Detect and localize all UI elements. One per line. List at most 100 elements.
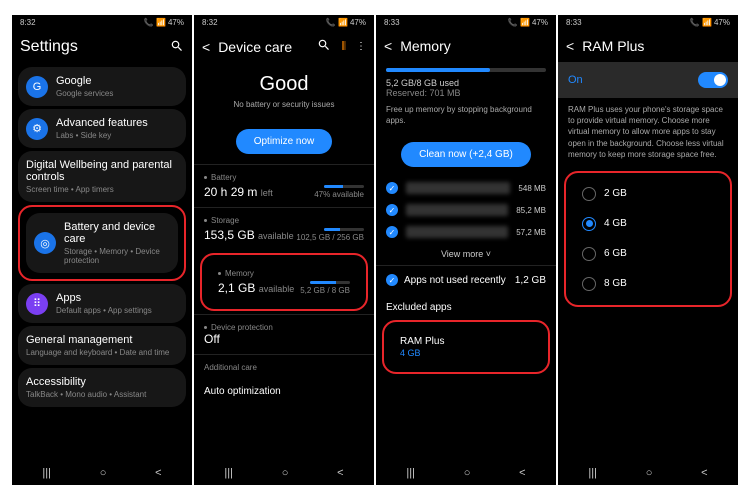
back-button[interactable]: < xyxy=(155,467,161,479)
checkbox-icon[interactable]: ✓ xyxy=(386,182,398,194)
recents-button[interactable]: ||| xyxy=(588,467,597,479)
nav-bar: ||| ○ < xyxy=(12,461,192,485)
description: Free up memory by stopping background ap… xyxy=(376,98,556,132)
additional-care: Additional care xyxy=(194,354,374,380)
settings-item-google[interactable]: G Google Google services xyxy=(18,67,186,106)
protection-metric[interactable]: Device protection Off xyxy=(194,314,374,354)
chart-icon[interactable]: ⫼ xyxy=(341,41,346,52)
settings-panel: 8:32 📞 📶 47% Settings G Google Google se… xyxy=(12,15,192,485)
status-icons: 📞 📶 47% xyxy=(144,18,184,27)
optimize-button[interactable]: Optimize now xyxy=(236,129,333,154)
search-icon[interactable] xyxy=(317,38,331,55)
radio-icon[interactable] xyxy=(582,187,596,201)
settings-item-battery-care[interactable]: ◎ Battery and device care Storage • Memo… xyxy=(26,213,178,273)
toggle-label: On xyxy=(568,74,583,86)
page-title: RAM Plus xyxy=(582,38,730,54)
recents-button[interactable]: ||| xyxy=(42,467,51,479)
home-button[interactable]: ○ xyxy=(100,467,107,479)
battery-metric[interactable]: Battery 20 h 29 m left 47% available xyxy=(194,164,374,207)
clock: 8:33 xyxy=(566,18,582,27)
option-label: 6 GB xyxy=(604,248,627,259)
radio-option-6gb[interactable]: 6 GB xyxy=(572,239,724,269)
back-button[interactable]: < xyxy=(337,467,343,479)
description: RAM Plus uses your phone's storage space… xyxy=(558,104,738,168)
back-icon[interactable]: < xyxy=(202,39,210,55)
radio-option-8gb[interactable]: 8 GB xyxy=(572,269,724,299)
settings-item-general[interactable]: General management Language and keyboard… xyxy=(18,326,186,365)
app-size: 548 MB xyxy=(518,184,546,193)
app-row[interactable]: ✓ 85,2 MB xyxy=(376,199,556,221)
value: 4 GB xyxy=(400,348,532,358)
option-label: 8 GB xyxy=(604,278,627,289)
radio-icon[interactable] xyxy=(582,277,596,291)
app-name-blurred xyxy=(406,226,508,238)
usage-text: 5,2 GB/8 GB used xyxy=(376,78,556,88)
clock: 8:32 xyxy=(202,18,218,27)
settings-item-wellbeing[interactable]: Digital Wellbeing and parental controls … xyxy=(18,151,186,202)
home-button[interactable]: ○ xyxy=(646,467,653,479)
item-sub: Storage • Memory • Device protection xyxy=(64,247,170,265)
nav-bar: ||| ○ < xyxy=(194,461,374,485)
item-title: Digital Wellbeing and parental controls xyxy=(26,159,178,183)
reserved-text: Reserved: 701 MB xyxy=(376,88,556,98)
status-icons: 📞 📶 47% xyxy=(690,18,730,27)
view-more[interactable]: View more ˅ xyxy=(376,243,556,265)
item-title: Apps xyxy=(56,292,152,304)
status-bar: 8:33 📞 📶 47% xyxy=(376,15,556,30)
back-button[interactable]: < xyxy=(701,467,707,479)
checkbox-icon[interactable]: ✓ xyxy=(386,226,398,238)
toggle-row[interactable]: On xyxy=(558,62,738,98)
ram-plus-panel: 8:33 📞 📶 47% < RAM Plus On RAM Plus uses… xyxy=(558,15,738,485)
item-sub: Default apps • App settings xyxy=(56,306,152,315)
checkbox-icon[interactable]: ✓ xyxy=(386,274,398,286)
back-icon[interactable]: < xyxy=(384,38,392,54)
clock: 8:32 xyxy=(20,18,36,27)
storage-metric[interactable]: Storage 153,5 GB available 102,5 GB / 25… xyxy=(194,207,374,250)
settings-item-apps[interactable]: ⠿ Apps Default apps • App settings xyxy=(18,284,186,323)
page-title: Device care xyxy=(218,39,309,55)
item-title: Battery and device care xyxy=(64,221,170,245)
memory-metric[interactable]: Memory 2,1 GB available 5,2 GB / 8 GB xyxy=(208,261,360,303)
radio-option-2gb[interactable]: 2 GB xyxy=(572,179,724,209)
label: Apps not used recently xyxy=(404,275,506,286)
app-row[interactable]: ✓ 57,2 MB xyxy=(376,221,556,243)
recents-button[interactable]: ||| xyxy=(406,467,415,479)
memory-panel: 8:33 📞 📶 47% < Memory 5,2 GB/8 GB used R… xyxy=(376,15,556,485)
item-sub: Language and keyboard • Date and time xyxy=(26,348,178,357)
value: 1,2 GB xyxy=(515,275,546,286)
auto-optimization[interactable]: Auto optimization xyxy=(194,380,374,403)
recents-button[interactable]: ||| xyxy=(224,467,233,479)
metric-label: Battery xyxy=(211,173,236,182)
status-sub: No battery or security issues xyxy=(194,100,374,109)
status-icons: 📞 📶 47% xyxy=(326,18,366,27)
option-label: 4 GB xyxy=(604,218,627,229)
back-button[interactable]: < xyxy=(519,467,525,479)
apps-not-used[interactable]: ✓ Apps not used recently 1,2 GB xyxy=(376,265,556,294)
highlight-box: Memory 2,1 GB available 5,2 GB / 8 GB xyxy=(200,253,368,311)
app-row[interactable]: ✓ 548 MB xyxy=(376,177,556,199)
item-title: Accessibility xyxy=(26,376,178,388)
clock: 8:33 xyxy=(384,18,400,27)
app-size: 85,2 MB xyxy=(516,206,546,215)
radio-icon[interactable] xyxy=(582,217,596,231)
settings-item-accessibility[interactable]: Accessibility TalkBack • Mono audio • As… xyxy=(18,368,186,407)
item-sub: Labs • Side key xyxy=(56,131,148,140)
status-bar: 8:32 📞 📶 47% xyxy=(194,15,374,30)
status-bar: 8:32 📞 📶 47% xyxy=(12,15,192,30)
settings-item-advanced[interactable]: ⚙ Advanced features Labs • Side key xyxy=(18,109,186,148)
status-bar: 8:33 📞 📶 47% xyxy=(558,15,738,30)
clean-button[interactable]: Clean now (+2,4 GB) xyxy=(401,142,531,167)
home-button[interactable]: ○ xyxy=(464,467,471,479)
radio-icon[interactable] xyxy=(582,247,596,261)
section-label: Additional care xyxy=(204,363,364,372)
app-size: 57,2 MB xyxy=(516,228,546,237)
more-icon[interactable]: ⋮ xyxy=(356,41,366,52)
checkbox-icon[interactable]: ✓ xyxy=(386,204,398,216)
advanced-icon: ⚙ xyxy=(26,118,48,140)
home-button[interactable]: ○ xyxy=(282,467,289,479)
search-icon[interactable] xyxy=(170,39,184,56)
radio-option-4gb[interactable]: 4 GB xyxy=(572,209,724,239)
ram-plus-item[interactable]: RAM Plus 4 GB xyxy=(390,328,542,366)
toggle-switch[interactable] xyxy=(698,72,728,88)
back-icon[interactable]: < xyxy=(566,38,574,54)
